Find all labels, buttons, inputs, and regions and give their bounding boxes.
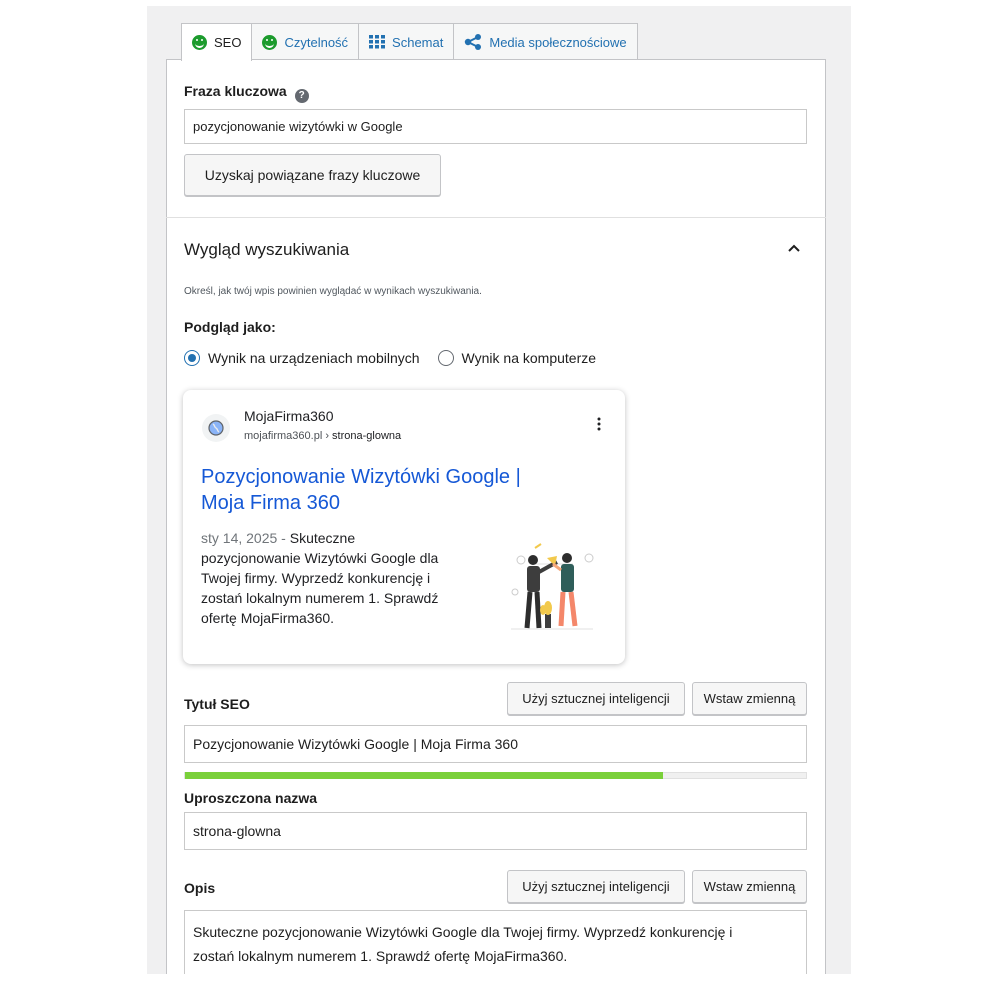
serp-snippet: sty 14, 2025 - Skuteczne pozycjonowanie …	[201, 528, 491, 628]
seo-title-label: Tytuł SEO	[184, 696, 250, 712]
serp-snippet-line: ofertę MojaFirma360.	[201, 610, 335, 626]
tab-readability[interactable]: Czytelność	[251, 23, 360, 60]
related-keyphrases-button[interactable]: Uzyskaj powiązane frazy kluczowe	[184, 154, 441, 196]
serp-snippet-line: pozycjonowanie Wizytówki Google dla	[201, 550, 439, 566]
serp-preview-card: MojaFirma360 mojafirma360.pl › strona-gl…	[183, 390, 625, 664]
smiley-icon	[262, 34, 278, 50]
smiley-icon	[192, 35, 207, 50]
tab-readability-label: Czytelność	[284, 34, 349, 50]
serp-url: mojafirma360.pl › strona-glowna	[244, 430, 401, 442]
slug-input[interactable]: strona-glowna	[184, 812, 807, 850]
radio-desktop-label[interactable]: Wynik na komputerze	[462, 350, 596, 366]
seo-title-ai-label: Użyj sztucznej inteligencji	[522, 691, 670, 706]
serp-snippet-line: zostań lokalnym numerem 1. Sprawdź	[201, 590, 439, 606]
section-divider	[166, 217, 826, 218]
serp-thumbnail	[501, 540, 601, 640]
serp-snippet-line: Twojej firmy. Wyprzedź konkurencję i	[201, 570, 431, 586]
radio-mobile[interactable]	[184, 350, 200, 366]
metabox-tabs: SEO Czytelność Schemat Media społecznośc…	[181, 23, 638, 61]
grid-icon	[369, 35, 386, 49]
slug-value: strona-glowna	[193, 823, 281, 839]
seo-title-ai-button[interactable]: Użyj sztucznej inteligencji	[507, 682, 685, 715]
preview-as-label: Podgląd jako:	[184, 319, 276, 335]
seo-title-progress	[184, 772, 807, 779]
serp-title-line: Pozycjonowanie Wizytówki Google |	[201, 466, 521, 488]
tab-seo[interactable]: SEO	[181, 23, 253, 61]
keyphrase-input-value: pozycjonowanie wizytówki w Google	[193, 119, 403, 134]
description-insert-variable-button[interactable]: Wstaw zmienną	[692, 870, 807, 903]
keyphrase-label-row: Fraza kluczowa?	[184, 83, 309, 103]
seo-title-input[interactable]: Pozycjonowanie Wizytówki Google | Moja F…	[184, 725, 807, 763]
globe-icon	[202, 414, 230, 442]
serp-title-line: Moja Firma 360	[201, 492, 340, 514]
serp-url-domain: mojafirma360.pl	[244, 430, 323, 442]
seo-title-progress-fill	[185, 772, 664, 779]
seo-title-insert-variable-label: Wstaw zmienną	[703, 691, 796, 706]
seo-title-insert-variable-button[interactable]: Wstaw zmienną	[692, 682, 807, 715]
keyphrase-label: Fraza kluczowa	[184, 83, 287, 99]
kebab-icon[interactable]	[596, 416, 602, 432]
share-icon	[464, 34, 482, 50]
description-ai-button[interactable]: Użyj sztucznej inteligencji	[507, 870, 685, 903]
tab-schema[interactable]: Schemat	[358, 23, 455, 60]
search-appearance-title[interactable]: Wygląd wyszukiwania	[184, 240, 349, 260]
description-label: Opis	[184, 880, 216, 896]
description-textarea[interactable]: Skuteczne pozycjonowanie Wizytówki Googl…	[184, 910, 807, 974]
description-insert-variable-label: Wstaw zmienną	[703, 879, 796, 894]
serp-date: sty 14, 2025	[201, 530, 278, 546]
serp-site-name: MojaFirma360	[244, 408, 334, 424]
radio-desktop[interactable]	[437, 350, 454, 366]
slug-label: Uproszczona nazwa	[184, 790, 318, 806]
chevron-up-icon[interactable]	[786, 240, 802, 256]
preview-mode-radios: Wynik na urządzeniach mobilnych Wynik na…	[184, 350, 596, 366]
question-icon[interactable]: ?	[294, 88, 309, 103]
description-line: Skuteczne pozycjonowanie Wizytówki Googl…	[193, 924, 733, 940]
tab-social[interactable]: Media społecznościowe	[453, 23, 638, 60]
serp-snippet-first: Skuteczne	[289, 530, 356, 546]
description-line: zostań lokalnym numerem 1. Sprawdź ofert…	[193, 948, 568, 964]
seo-title-value: Pozycjonowanie Wizytówki Google | Moja F…	[193, 736, 518, 752]
keyphrase-input[interactable]: pozycjonowanie wizytówki w Google	[184, 109, 807, 144]
serp-date-separator: -	[277, 530, 290, 546]
tab-seo-label: SEO	[214, 35, 242, 50]
serp-title[interactable]: Pozycjonowanie Wizytówki Google | Moja F…	[201, 464, 521, 516]
tab-social-label: Media społecznościowe	[489, 34, 627, 50]
tab-schema-label: Schemat	[392, 34, 444, 50]
related-keyphrases-label: Uzyskaj powiązane frazy kluczowe	[204, 167, 421, 183]
radio-mobile-label[interactable]: Wynik na urządzeniach mobilnych	[208, 350, 420, 366]
search-appearance-description: Określ, jak twój wpis powinien wyglądać …	[184, 286, 482, 297]
description-ai-label: Użyj sztucznej inteligencji	[522, 879, 670, 894]
serp-url-separator: ›	[322, 430, 333, 442]
serp-url-breadcrumb: strona-glowna	[332, 430, 402, 442]
